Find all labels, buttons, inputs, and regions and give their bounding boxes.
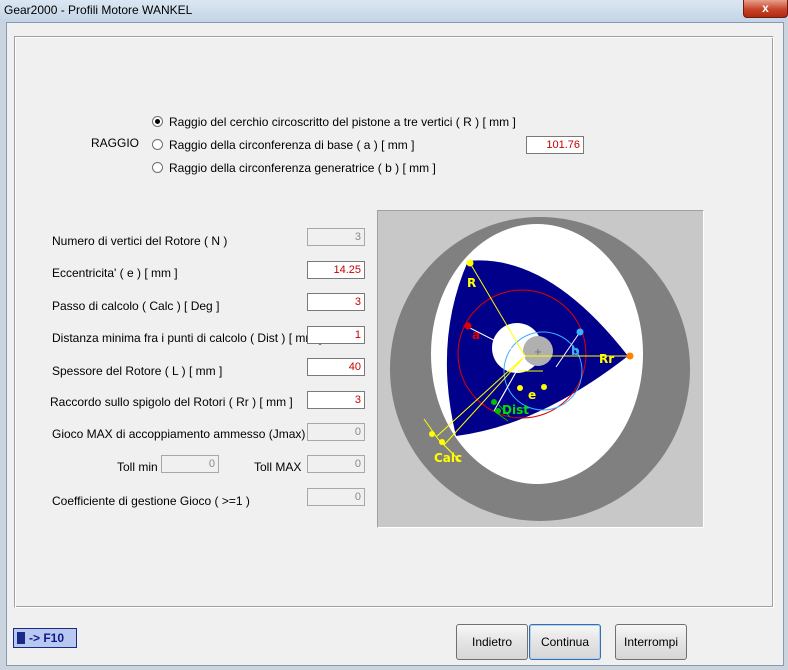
radio-raggio-b[interactable] xyxy=(152,162,163,173)
close-button[interactable]: x xyxy=(743,0,788,18)
param-label-calc: Passo di calcolo ( Calc ) [ Deg ] xyxy=(52,299,220,313)
label-calc: Calc xyxy=(434,451,462,465)
back-button[interactable]: Indietro xyxy=(456,624,528,660)
window-title: Gear2000 - Profili Motore WANKEL xyxy=(4,3,193,17)
param-input-dist[interactable]: 1 xyxy=(307,326,365,344)
label-dist: Dist xyxy=(502,403,529,417)
coeff-input: 0 xyxy=(307,488,365,506)
param-input-rr[interactable]: 3 xyxy=(307,391,365,409)
wankel-diagram-svg: + R a b Rr e Dist Calc xyxy=(378,211,703,527)
raggio-label: RAGGIO xyxy=(91,136,140,150)
param-label-l: Spessore del Rotore ( L ) [ mm ] xyxy=(52,364,223,378)
radio-raggio-r[interactable] xyxy=(152,116,163,127)
svg-text:+: + xyxy=(534,347,542,358)
label-b: b xyxy=(571,344,580,358)
param-input-e[interactable]: 14.25 xyxy=(307,261,365,279)
toll-max-input: 0 xyxy=(307,455,365,473)
radio-raggio-a[interactable] xyxy=(152,139,163,150)
close-icon: x xyxy=(762,1,769,15)
param-input-n: 3 xyxy=(307,228,365,246)
param-label-dist: Distanza minima fra i punti di calcolo (… xyxy=(52,331,323,345)
radio-raggio-a-label[interactable]: Raggio della circonferenza di base ( a )… xyxy=(169,138,414,152)
continue-button[interactable]: Continua xyxy=(529,624,601,660)
label-r: R xyxy=(467,276,476,290)
param-label-e: Eccentricita' ( e ) [ mm ] xyxy=(52,266,178,280)
label-rr: Rr xyxy=(599,352,614,366)
f10-calculator-button[interactable]: -> F10 xyxy=(13,628,77,648)
toll-min-input: 0 xyxy=(161,455,219,473)
title-bar: Gear2000 - Profili Motore WANKEL x xyxy=(0,0,788,22)
toll-min-label: Toll min xyxy=(117,460,158,474)
param-input-calc[interactable]: 3 xyxy=(307,293,365,311)
radio-raggio-r-label[interactable]: Raggio del cerchio circoscritto del pist… xyxy=(169,115,516,129)
wankel-diagram: + R a b Rr e Dist Calc xyxy=(377,210,704,528)
param-input-jmax: 0 xyxy=(307,423,365,441)
f10-label: -> F10 xyxy=(29,631,65,645)
dialog-client: RAGGIO Raggio del cerchio circoscritto d… xyxy=(6,22,784,666)
param-input-l[interactable]: 40 xyxy=(307,358,365,376)
param-label-n: Numero di vertici del Rotore ( N ) xyxy=(52,234,228,248)
label-e: e xyxy=(528,388,536,402)
radio-raggio-b-label[interactable]: Raggio della circonferenza generatrice (… xyxy=(169,161,436,175)
toll-max-label: Toll MAX xyxy=(254,460,302,474)
coeff-label: Coefficiente di gestione Gioco ( >=1 ) xyxy=(52,494,250,508)
param-label-jmax: Gioco MAX di accoppiamento ammesso (Jmax… xyxy=(52,427,336,441)
raggio-value-input[interactable]: 101.76 xyxy=(526,136,584,154)
calculator-icon xyxy=(17,632,25,644)
stop-button[interactable]: Interrompi xyxy=(615,624,687,660)
label-a: a xyxy=(472,328,480,342)
param-label-rr: Raccordo sullo spigolo del Rotori ( Rr )… xyxy=(50,395,293,409)
